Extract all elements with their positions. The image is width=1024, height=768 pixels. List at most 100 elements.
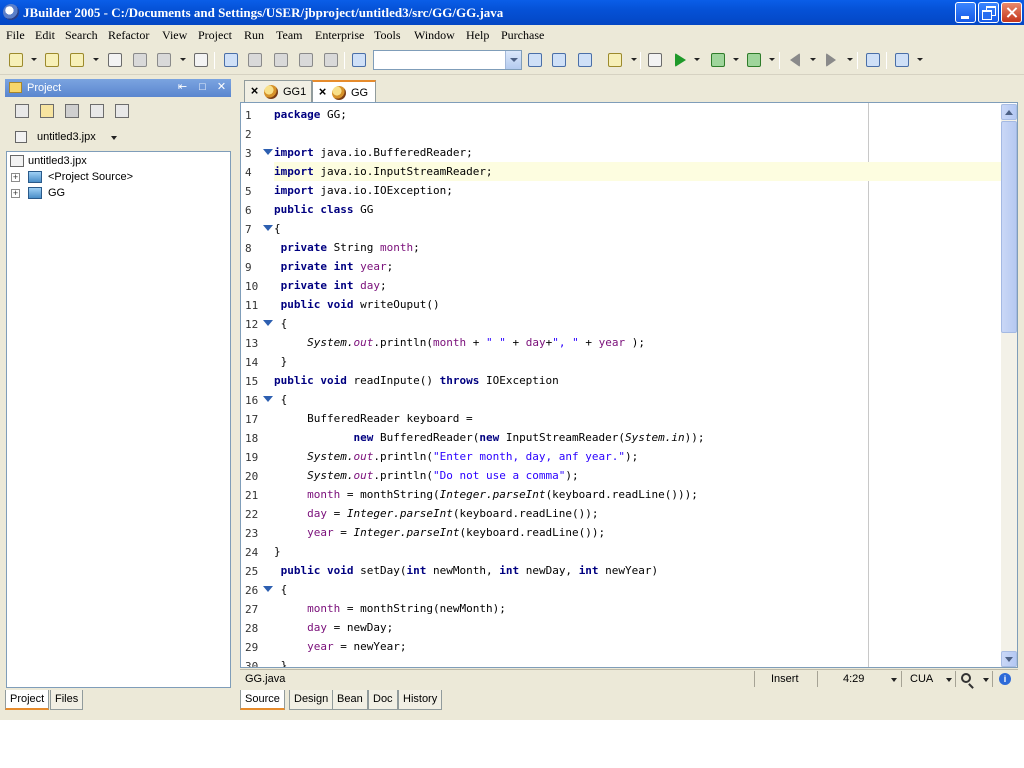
code-line[interactable]: package GG; (274, 105, 1002, 124)
chevron-down-icon[interactable] (505, 51, 521, 69)
window-list-dropdown-arrow[interactable] (917, 58, 923, 61)
fold-toggle-icon[interactable] (263, 586, 273, 592)
tab-files[interactable]: Files (50, 690, 84, 710)
back-dropdown-arrow[interactable] (810, 58, 816, 61)
code-line[interactable]: month = monthString(Integer.parseInt(key… (274, 485, 1002, 504)
menu-window[interactable]: Window (414, 28, 455, 43)
chevron-down-icon[interactable] (983, 678, 989, 682)
close-project-icon[interactable] (15, 104, 29, 118)
back-icon[interactable] (786, 51, 804, 69)
code-line[interactable]: year = Integer.parseInt(keyboard.readLin… (274, 523, 1002, 542)
save-dropdown-arrow[interactable] (180, 58, 186, 61)
add-files-icon[interactable] (40, 104, 54, 118)
tab-doc[interactable]: Doc (368, 690, 398, 710)
tab-gg1[interactable]: × GG1 (244, 80, 312, 102)
forward-dropdown-arrow[interactable] (847, 58, 853, 61)
code-line[interactable]: } (274, 542, 1002, 561)
fold-toggle-icon[interactable] (263, 225, 273, 231)
tab-source[interactable]: Source (240, 690, 285, 710)
code-line[interactable]: day = newDay; (274, 618, 1002, 637)
close-pane-icon[interactable]: ✕ (216, 82, 227, 93)
new-file-icon[interactable] (7, 51, 25, 69)
minimize-button[interactable] (955, 2, 976, 23)
close-file-icon[interactable] (106, 51, 124, 69)
code-line[interactable]: year = newYear; (274, 637, 1002, 656)
tab-project[interactable]: Project (5, 690, 50, 710)
refresh-project-icon[interactable] (90, 104, 104, 118)
scroll-up-icon[interactable] (1001, 104, 1017, 120)
code-line[interactable]: private int day; (274, 276, 1002, 295)
copy-icon[interactable] (272, 51, 290, 69)
code-line[interactable]: import java.io.BufferedReader; (274, 143, 1002, 162)
find-icon[interactable] (350, 51, 368, 69)
window-list-icon[interactable] (893, 51, 911, 69)
code-line[interactable]: } (274, 656, 1002, 667)
search-history-combo[interactable] (373, 50, 522, 70)
code-line[interactable]: { (274, 219, 1002, 238)
code-line[interactable]: System.out.println(month + " " + day+", … (274, 333, 1002, 352)
expand-icon[interactable]: + (11, 173, 20, 182)
reopen-icon[interactable] (68, 51, 86, 69)
menu-file[interactable]: File (6, 28, 25, 43)
tab-gg[interactable]: × GG (312, 80, 376, 102)
code-line[interactable]: public void readInpute() throws IOExcept… (274, 371, 1002, 390)
optimize-dropdown-arrow[interactable] (769, 58, 775, 61)
code-line[interactable]: new BufferedReader(new InputStreamReader… (274, 428, 1002, 447)
menu-team[interactable]: Team (276, 28, 302, 43)
debug-dropdown-arrow[interactable] (733, 58, 739, 61)
save-icon[interactable] (131, 51, 149, 69)
code-line[interactable]: import java.io.InputStreamReader; (274, 162, 1002, 181)
close-window-button[interactable] (1001, 2, 1022, 23)
code-line[interactable]: System.out.println("Enter month, day, an… (274, 447, 1002, 466)
browse-symbol-icon[interactable] (576, 51, 594, 69)
scrollbar-thumb[interactable] (1001, 121, 1017, 333)
tree-item-project[interactable]: untitled3.jpx (10, 153, 160, 169)
menu-view[interactable]: View (162, 28, 187, 43)
code-area[interactable]: package GG; import java.io.BufferedReader… (274, 103, 1002, 667)
editor-vertical-scrollbar[interactable] (1001, 104, 1017, 667)
new-dropdown-arrow[interactable] (31, 58, 37, 61)
fold-toggle-icon[interactable] (263, 149, 273, 155)
status-keymap[interactable]: CUA (910, 673, 933, 685)
tree-item-project-source[interactable]: + <Project Source> (11, 169, 161, 185)
status-cursor-position[interactable]: 4:29 (843, 673, 864, 685)
print-icon[interactable] (192, 51, 210, 69)
redo-icon[interactable] (246, 51, 264, 69)
menu-enterprise[interactable]: Enterprise (315, 28, 364, 43)
status-insert-mode[interactable]: Insert (771, 673, 799, 685)
code-line[interactable]: } (274, 352, 1002, 371)
info-icon[interactable]: i (999, 673, 1011, 685)
reopen-dropdown-arrow[interactable] (93, 58, 99, 61)
code-line[interactable]: { (274, 580, 1002, 599)
tree-item-gg[interactable]: + GG (11, 185, 161, 201)
code-line[interactable]: public void setDay(int newMonth, int new… (274, 561, 1002, 580)
menu-search[interactable]: Search (65, 28, 98, 43)
forward-icon[interactable] (822, 51, 840, 69)
code-line[interactable]: import java.io.IOException; (274, 181, 1002, 200)
source-editor[interactable]: 1 2 3 4 5 6 7 8 9 10 11 12 13 14 15 16 17 18 19 20 21 22 23 24 2… (240, 102, 1018, 668)
project-properties-icon[interactable] (115, 104, 129, 118)
project-selector[interactable]: untitled3.jpx (13, 129, 123, 147)
run-project-icon[interactable] (671, 51, 689, 69)
help-topics-icon[interactable] (864, 51, 882, 69)
run-dropdown-arrow[interactable] (694, 58, 700, 61)
debug-project-icon[interactable] (709, 51, 727, 69)
code-line[interactable]: public void writeOuput() (274, 295, 1002, 314)
tab-bean[interactable]: Bean (332, 690, 368, 710)
code-line[interactable]: private int year; (274, 257, 1002, 276)
fold-toggle-icon[interactable] (263, 396, 273, 402)
menu-project[interactable]: Project (198, 28, 232, 43)
make-dropdown-arrow[interactable] (631, 58, 637, 61)
save-all-icon[interactable] (155, 51, 173, 69)
close-tab-icon[interactable]: × (249, 84, 260, 97)
jbuilder-app-icon[interactable] (3, 4, 19, 20)
code-line[interactable]: private String month; (274, 238, 1002, 257)
code-line[interactable] (274, 124, 1002, 143)
maximize-pane-icon[interactable]: □ (197, 82, 208, 93)
chevron-down-icon[interactable] (891, 678, 897, 682)
tab-history[interactable]: History (398, 690, 443, 710)
menu-purchase[interactable]: Purchase (501, 28, 544, 43)
paste-icon[interactable] (297, 51, 315, 69)
menu-run[interactable]: Run (244, 28, 264, 43)
tab-design[interactable]: Design (289, 690, 334, 710)
